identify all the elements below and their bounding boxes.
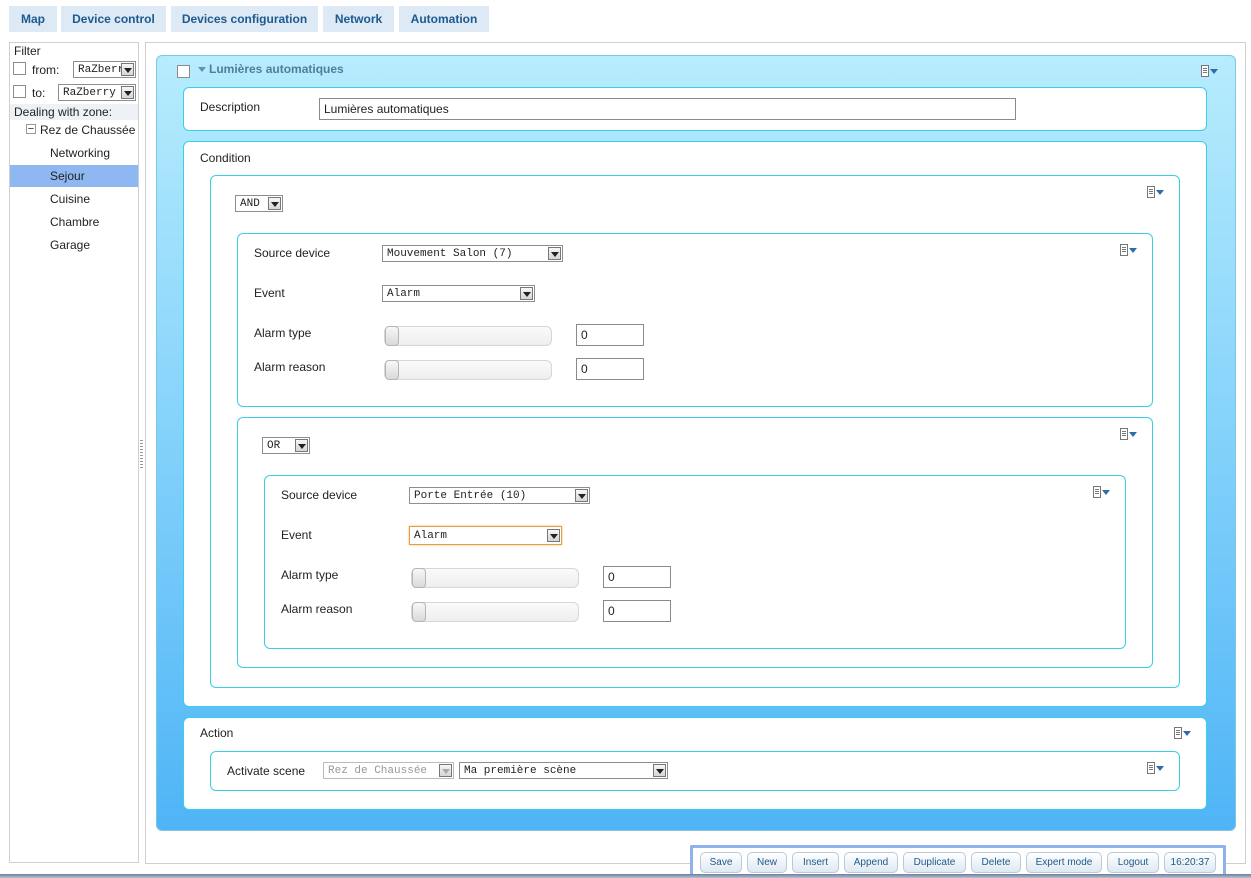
expert-mode-button[interactable]: Expert mode bbox=[1026, 852, 1102, 873]
alarm-reason-input[interactable]: 0 bbox=[576, 358, 644, 380]
activate-scene-label: Activate scene bbox=[227, 764, 306, 778]
logout-button[interactable]: Logout bbox=[1107, 852, 1159, 873]
alarm-type-slider[interactable] bbox=[384, 326, 552, 346]
dropdown-arrow-icon bbox=[575, 489, 588, 502]
condition-2 bbox=[264, 475, 1126, 649]
new-button[interactable]: New bbox=[747, 852, 787, 873]
source-device-select[interactable]: Mouvement Salon (7) bbox=[382, 245, 563, 262]
source-device-value: Porte Entrée (10) bbox=[414, 490, 527, 502]
zone-heading: Dealing with zone: bbox=[10, 104, 138, 120]
filter-to-checkbox[interactable] bbox=[13, 85, 26, 98]
slider-handle[interactable] bbox=[412, 602, 426, 622]
menu-icon[interactable] bbox=[1120, 428, 1137, 440]
dropdown-arrow-icon bbox=[439, 764, 452, 777]
event-select[interactable]: Alarm bbox=[382, 285, 535, 302]
alarm-type-label: Alarm type bbox=[281, 568, 339, 582]
alarm-type-input[interactable]: 0 bbox=[603, 566, 671, 588]
dropdown-arrow-icon bbox=[121, 86, 134, 99]
scene-zone-value: Rez de Chaussée bbox=[328, 765, 428, 777]
tab-device-control[interactable]: Device control bbox=[61, 6, 166, 32]
delete-button[interactable]: Delete bbox=[971, 852, 1021, 873]
event-value: Alarm bbox=[387, 288, 421, 300]
scene-zone-select: Rez de Chaussée bbox=[323, 762, 454, 779]
condition-label: Condition bbox=[200, 151, 251, 165]
menu-icon[interactable] bbox=[1120, 244, 1137, 256]
filter-label: Filter bbox=[14, 44, 41, 58]
filter-to-label: to: bbox=[32, 86, 46, 100]
sidebar-item-cuisine[interactable]: Cuisine bbox=[10, 188, 138, 210]
alarm-reason-slider[interactable] bbox=[384, 360, 552, 380]
menu-icon[interactable] bbox=[1147, 762, 1164, 774]
source-device-value: Mouvement Salon (7) bbox=[387, 248, 513, 260]
dropdown-arrow-icon bbox=[548, 247, 561, 260]
sidebar-item-networking[interactable]: Networking bbox=[10, 142, 138, 164]
alarm-reason-slider[interactable] bbox=[411, 602, 579, 622]
description-label: Description bbox=[200, 100, 261, 114]
or-operator-select[interactable]: OR bbox=[262, 437, 310, 454]
sidebar: Filter from: RaZberry to: RaZberry Deali… bbox=[9, 42, 139, 863]
source-device-select[interactable]: Porte Entrée (10) bbox=[409, 487, 590, 504]
slider-handle[interactable] bbox=[385, 326, 399, 346]
alarm-type-label: Alarm type bbox=[254, 326, 312, 340]
scene-value: Ma première scène bbox=[464, 765, 577, 777]
alarm-reason-input[interactable]: 0 bbox=[603, 600, 671, 622]
filter-from-checkbox[interactable] bbox=[13, 62, 26, 75]
save-button[interactable]: Save bbox=[700, 852, 742, 873]
event-label: Event bbox=[281, 528, 312, 542]
menu-icon[interactable] bbox=[1201, 65, 1218, 77]
action-label: Action bbox=[200, 726, 234, 740]
menu-icon[interactable] bbox=[1147, 186, 1164, 198]
dropdown-arrow-icon bbox=[268, 197, 281, 210]
dropdown-arrow-icon bbox=[520, 287, 533, 300]
event-label: Event bbox=[254, 286, 285, 300]
sidebar-item-sejour[interactable]: Sejour bbox=[10, 165, 138, 187]
source-device-label: Source device bbox=[281, 488, 358, 502]
scene-select[interactable]: Ma première scène bbox=[459, 762, 668, 779]
description-input[interactable]: Lumières automatiques bbox=[319, 98, 1016, 120]
dropdown-arrow-icon bbox=[547, 529, 560, 542]
or-operator-value: OR bbox=[267, 440, 281, 452]
and-operator-value: AND bbox=[240, 198, 260, 210]
dropdown-arrow-icon bbox=[121, 63, 134, 76]
sidebar-item-garage[interactable]: Garage bbox=[10, 234, 138, 256]
chevron-down-icon[interactable] bbox=[198, 67, 206, 72]
menu-icon[interactable] bbox=[1093, 486, 1110, 498]
alarm-type-input[interactable]: 0 bbox=[576, 324, 644, 346]
floor-label[interactable]: Rez de Chaussée bbox=[40, 123, 138, 137]
clock: 16:20:37 bbox=[1164, 852, 1216, 873]
taskbar-strip bbox=[0, 874, 1251, 878]
splitter-handle[interactable] bbox=[140, 440, 143, 468]
tree-collapse-icon[interactable]: − bbox=[26, 124, 36, 135]
filter-to-value: RaZberry bbox=[63, 87, 116, 99]
and-operator-select[interactable]: AND bbox=[235, 195, 283, 212]
menu-icon[interactable] bbox=[1174, 727, 1191, 739]
dropdown-arrow-icon bbox=[295, 439, 308, 452]
append-button[interactable]: Append bbox=[844, 852, 898, 873]
tab-network[interactable]: Network bbox=[323, 6, 394, 32]
alarm-type-slider[interactable] bbox=[411, 568, 579, 588]
slider-handle[interactable] bbox=[412, 568, 426, 588]
insert-button[interactable]: Insert bbox=[792, 852, 839, 873]
event-select[interactable]: Alarm bbox=[409, 526, 562, 545]
filter-from-select[interactable]: RaZberry bbox=[73, 61, 136, 78]
rule-checkbox[interactable] bbox=[177, 65, 190, 78]
alarm-reason-label: Alarm reason bbox=[281, 602, 353, 616]
rule-title: Lumières automatiques bbox=[209, 62, 344, 76]
tab-automation[interactable]: Automation bbox=[399, 6, 489, 32]
filter-from-label: from: bbox=[32, 63, 60, 77]
event-value: Alarm bbox=[414, 530, 448, 542]
tab-map[interactable]: Map bbox=[9, 6, 57, 32]
alarm-reason-label: Alarm reason bbox=[254, 360, 326, 374]
duplicate-button[interactable]: Duplicate bbox=[903, 852, 966, 873]
filter-to-select[interactable]: RaZberry bbox=[58, 84, 136, 101]
source-device-label: Source device bbox=[254, 246, 331, 260]
dropdown-arrow-icon bbox=[653, 764, 666, 777]
slider-handle[interactable] bbox=[385, 360, 399, 380]
tab-devices-configuration[interactable]: Devices configuration bbox=[171, 6, 318, 32]
condition-1 bbox=[237, 233, 1153, 407]
sidebar-item-chambre[interactable]: Chambre bbox=[10, 211, 138, 233]
